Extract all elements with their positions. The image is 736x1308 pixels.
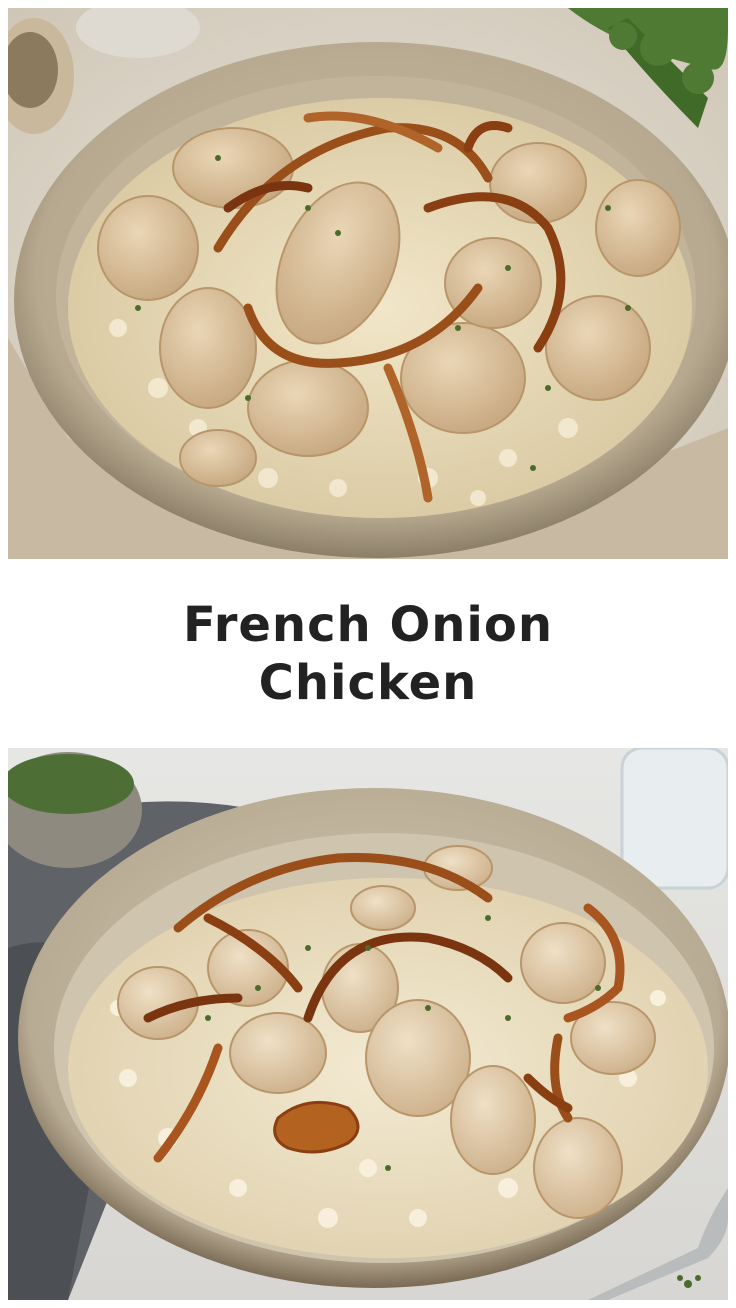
top-photo-illustration bbox=[8, 8, 728, 559]
bottom-food-photo bbox=[8, 748, 728, 1300]
onion-slice bbox=[273, 1100, 360, 1154]
herb-bowl-herbs bbox=[8, 754, 134, 814]
recipe-title: French Onion Chicken bbox=[183, 596, 553, 712]
title-band: French Onion Chicken bbox=[0, 559, 736, 748]
bottom-photo-illustration bbox=[8, 748, 728, 1300]
recipe-title-line-1: French Onion bbox=[182, 596, 554, 653]
water-glass bbox=[620, 748, 728, 890]
top-food-photo bbox=[8, 8, 728, 559]
recipe-title-line-2: Chicken bbox=[258, 654, 478, 711]
